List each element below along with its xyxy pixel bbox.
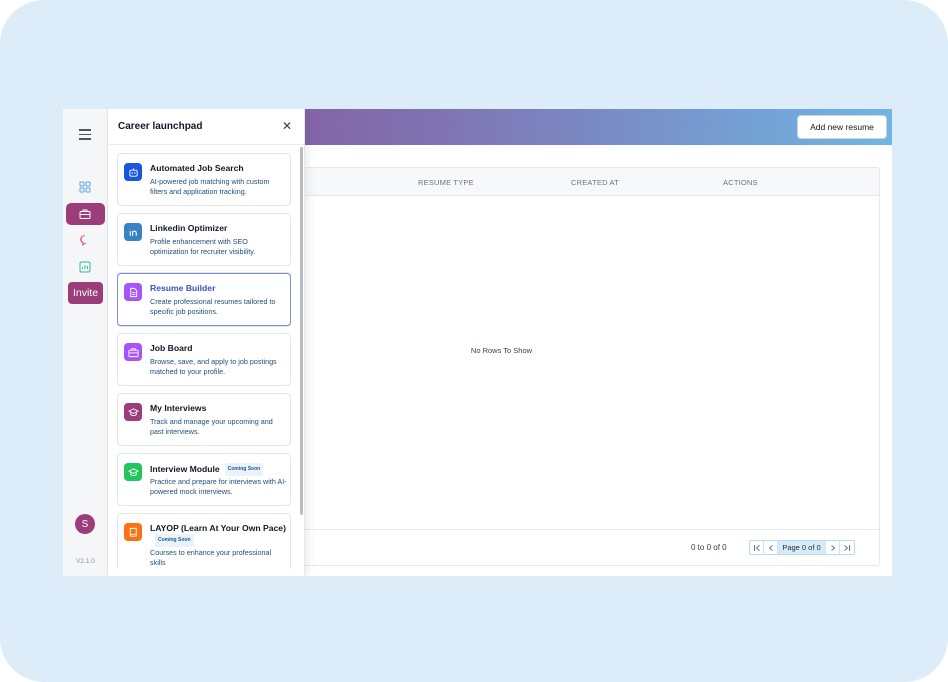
launchpad-item-description: Practice and prepare for interviews with…: [150, 477, 287, 497]
launchpad-item-description: Courses to enhance your professional ski…: [150, 548, 272, 568]
briefcase-icon: [124, 343, 142, 361]
last-page-icon[interactable]: [840, 541, 854, 554]
launchpad-item-description: AI-powered job matching with custom filt…: [150, 177, 270, 197]
drawer-header: Career launchpad ✕: [108, 109, 304, 145]
next-page-icon[interactable]: [826, 541, 840, 554]
chat-icon[interactable]: [79, 233, 93, 247]
drawer-title: Career launchpad: [118, 121, 203, 132]
launchpad-item-title: My Interviews: [150, 403, 288, 414]
dashboard-icon[interactable]: [79, 180, 93, 194]
career-launchpad-drawer: Career launchpad ✕ Automated Job Search …: [108, 109, 305, 576]
first-page-icon[interactable]: [750, 541, 764, 554]
app-window: Add new resume RESUME TYPE CREATED AT AC…: [63, 109, 892, 576]
launchpad-item-title-text: Job Board: [150, 343, 193, 353]
row-count: 0 to 0 of 0: [691, 543, 727, 552]
launchpad-item-layop[interactable]: LAYOP (Learn At Your Own Pace)Coming Soo…: [117, 513, 291, 569]
left-rail: Invite S V2.1.0: [63, 109, 108, 576]
launchpad-item-title-text: Linkedin Optimizer: [150, 223, 228, 233]
pagination: Page 0 of 0: [749, 540, 855, 555]
launchpad-item-linkedin-optimizer[interactable]: Linkedin Optimizer Profile enhancement w…: [117, 213, 291, 266]
launchpad-item-job-board[interactable]: Job Board Browse, save, and apply to job…: [117, 333, 291, 386]
column-created-at[interactable]: CREATED AT: [571, 178, 619, 187]
launchpad-item-description: Profile enhancement with SEO optimizatio…: [150, 237, 256, 257]
analytics-icon[interactable]: [79, 260, 93, 274]
coming-soon-badge: Coming Soon: [224, 463, 264, 476]
launchpad-item-title: Interview Module Coming Soon: [150, 463, 288, 476]
launchpad-item-description: Create professional resumes tailored to …: [150, 297, 276, 317]
launchpad-item-title: LAYOP (Learn At Your Own Pace)Coming Soo…: [150, 523, 288, 547]
device-frame: Add new resume RESUME TYPE CREATED AT AC…: [0, 0, 948, 682]
launchpad-item-title: Job Board: [150, 343, 288, 354]
launchpad-item-resume-builder[interactable]: Resume Builder Create professional resum…: [117, 273, 291, 326]
book-icon: [124, 523, 142, 541]
document-icon: [124, 283, 142, 301]
empty-state-message: No Rows To Show: [470, 346, 533, 355]
launchpad-item-title-text: Automated Job Search: [150, 163, 244, 173]
launchpad-item-title-text: Resume Builder: [150, 283, 216, 293]
launchpad-item-title: Automated Job Search: [150, 163, 288, 174]
column-actions[interactable]: ACTIONS: [723, 178, 758, 187]
briefcase-icon[interactable]: [79, 207, 93, 221]
launchpad-item-title: Linkedin Optimizer: [150, 223, 288, 234]
launchpad-list: Automated Job Search AI-powered job matc…: [117, 153, 291, 569]
column-resume-type[interactable]: RESUME TYPE: [418, 178, 474, 187]
version-label: V2.1.0: [76, 558, 95, 565]
launchpad-item-description: Track and manage your upcoming and past …: [150, 417, 273, 437]
close-icon[interactable]: ✕: [282, 119, 292, 133]
launchpad-item-description: Browse, save, and apply to job postings …: [150, 357, 277, 377]
launchpad-item-title: Resume Builder: [150, 283, 288, 294]
launchpad-item-title-text: My Interviews: [150, 403, 207, 413]
resume-table: RESUME TYPE CREATED AT ACTIONS No Rows T…: [293, 167, 880, 566]
page-indicator: Page 0 of 0: [778, 541, 826, 554]
menu-icon[interactable]: [79, 129, 91, 140]
coming-soon-badge: Coming Soon: [155, 534, 194, 547]
graduation-cap-icon: [124, 463, 142, 481]
graduation-cap-icon: [124, 403, 142, 421]
robot-icon: [124, 163, 142, 181]
table-footer: 0 to 0 of 0 Page 0 of 0: [294, 529, 879, 565]
linkedin-icon: [124, 223, 142, 241]
avatar[interactable]: S: [75, 514, 95, 534]
drawer-scrollbar[interactable]: [300, 147, 303, 515]
launchpad-item-interview-module[interactable]: Interview Module Coming Soon Practice and…: [117, 453, 291, 506]
launchpad-item-title-text: LAYOP (Learn At Your Own Pace): [150, 523, 286, 533]
launchpad-item-title-text: Interview Module: [150, 463, 220, 474]
invite-button[interactable]: Invite: [68, 282, 103, 304]
launchpad-item-my-interviews[interactable]: My Interviews Track and manage your upco…: [117, 393, 291, 446]
previous-page-icon[interactable]: [764, 541, 778, 554]
add-new-resume-button[interactable]: Add new resume: [797, 115, 887, 139]
launchpad-item-automated-job-search[interactable]: Automated Job Search AI-powered job matc…: [117, 153, 291, 206]
table-header: RESUME TYPE CREATED AT ACTIONS: [294, 168, 879, 196]
